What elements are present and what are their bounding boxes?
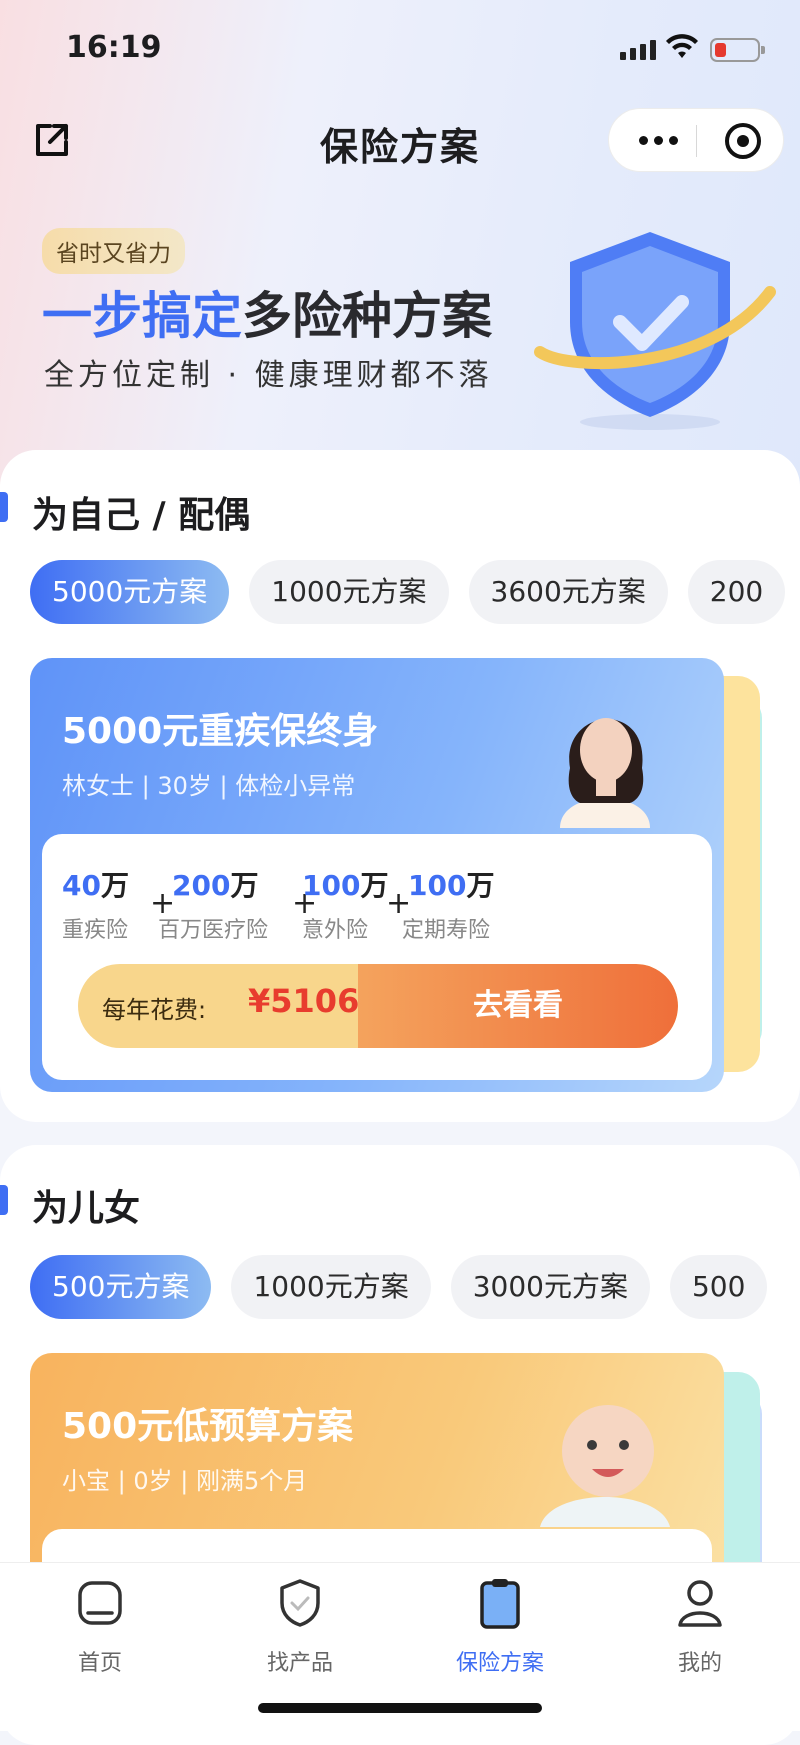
coverage-amount: 200	[172, 869, 231, 902]
price-value: ¥5106	[248, 982, 360, 1020]
coverage-item: 100万 定期寿险	[402, 864, 494, 944]
hero-title-rest: 多险种方案	[242, 287, 492, 345]
plan-tab[interactable]: 200	[687, 560, 786, 624]
coverage-name: 定期寿险	[402, 918, 491, 943]
user-icon	[678, 1580, 722, 1627]
tab-mine[interactable]: 我的	[600, 1575, 800, 1677]
hero-title: 一步搞定多险种方案	[42, 276, 492, 348]
section-accent-bar	[0, 1185, 8, 1215]
coverage-unit: 万	[466, 869, 495, 902]
plan-tabs: 500元方案 1000元方案 3000元方案 500	[30, 1255, 800, 1321]
coverage-unit: 万	[360, 869, 389, 902]
tab-label: 我的	[677, 1651, 722, 1676]
tab-insurance-plans[interactable]: 保险方案	[400, 1575, 600, 1677]
plan-card-subtitle: 小宝 | 0岁 | 刚满5个月	[62, 1467, 308, 1495]
plan-tab[interactable]: 3600元方案	[468, 560, 668, 624]
status-bar: 16:19	[0, 0, 800, 100]
coverage-item: 40万 重疾险	[62, 864, 129, 944]
wifi-icon	[666, 34, 698, 58]
coverage-amount: 100	[302, 869, 361, 902]
tab-find-products[interactable]: 找产品	[200, 1575, 400, 1677]
baby-avatar-image	[540, 1405, 670, 1527]
coverage-amount: 100	[408, 869, 467, 902]
view-plan-button[interactable]: 去看看	[358, 964, 678, 1048]
capsule-divider	[696, 125, 697, 157]
plan-tab[interactable]: 1000元方案	[249, 560, 449, 624]
hero-badge: 省时又省力	[42, 228, 185, 274]
coverage-unit: 万	[230, 869, 259, 902]
tab-home[interactable]: 首页	[0, 1575, 200, 1677]
more-icon[interactable]	[639, 136, 678, 145]
plan-tabs: 5000元方案 1000元方案 3600元方案 200	[30, 560, 800, 626]
cellular-signal-icon	[620, 40, 656, 60]
plan-tab[interactable]: 3000元方案	[450, 1255, 650, 1319]
clipboard-icon	[480, 1579, 520, 1629]
coverage-name: 重疾险	[62, 918, 129, 943]
section-title: 为儿女	[32, 1188, 141, 1229]
miniprogram-capsule	[608, 108, 784, 172]
plan-card[interactable]: 5000元重疾保终身 林女士 | 30岁 | 体检小异常 40万 重疾险 + 2…	[30, 658, 724, 1092]
tab-label: 首页	[77, 1651, 122, 1676]
close-target-icon[interactable]	[725, 123, 761, 159]
coverage-name: 意外险	[302, 918, 369, 943]
battery-icon	[710, 38, 765, 62]
tab-label: 找产品	[266, 1651, 333, 1676]
plan-tab[interactable]: 5000元方案	[30, 560, 230, 624]
coverage-item: 200万 百万医疗险	[158, 864, 268, 944]
plan-card-title: 500元低预算方案	[62, 1406, 354, 1447]
plan-tab[interactable]: 500元方案	[30, 1255, 212, 1319]
status-time: 16:19	[66, 30, 162, 65]
plan-card-subtitle: 林女士 | 30岁 | 体检小异常	[62, 772, 356, 800]
hero-subtitle: 全方位定制 · 健康理财都不落	[44, 358, 493, 393]
plan-card-title: 5000元重疾保终身	[62, 711, 379, 752]
section-title: 为自己 / 配偶	[32, 495, 251, 536]
tab-label: 保险方案	[455, 1651, 544, 1676]
coverage-unit: 万	[100, 869, 129, 902]
home-icon	[78, 1581, 122, 1625]
coverage-name: 百万医疗险	[158, 918, 269, 943]
woman-avatar-image	[560, 718, 650, 828]
plan-tab[interactable]: 1000元方案	[231, 1255, 431, 1319]
home-indicator	[258, 1703, 542, 1713]
shield-check-illustration	[534, 232, 776, 430]
hero-title-highlight: 一步搞定	[42, 287, 242, 345]
coverage-item: 100万 意外险	[302, 864, 388, 944]
coverage-amount: 40	[62, 869, 101, 902]
nav-bar: 保险方案	[0, 100, 800, 180]
coverage-panel: 40万 重疾险 + 200万 百万医疗险 + 100万 意外险 + 100万 定…	[42, 834, 712, 1080]
coverage-list: 40万 重疾险 + 200万 百万医疗险 + 100万 意外险 + 100万 定…	[62, 864, 622, 944]
price-label: 每年花费:	[102, 996, 207, 1024]
section-accent-bar	[0, 492, 8, 522]
price-bar: 每年花费: ¥5106 去看看	[78, 964, 678, 1048]
shield-icon	[280, 1579, 320, 1627]
plan-tab[interactable]: 500	[669, 1255, 768, 1319]
